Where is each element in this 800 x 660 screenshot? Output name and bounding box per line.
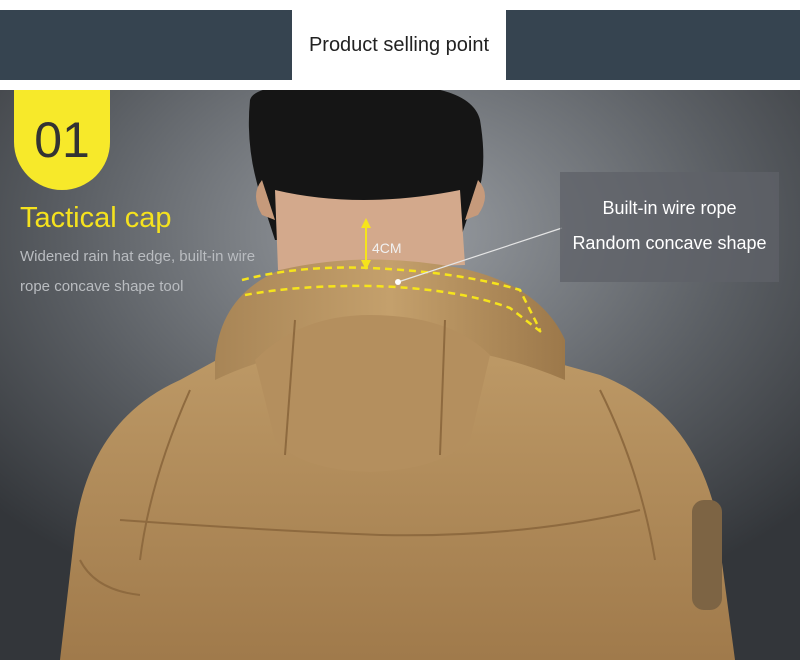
feature-description: Widened rain hat edge, built-in wire rop…	[20, 248, 256, 295]
feature-title: Tactical cap	[20, 202, 172, 234]
callout-pointer-dot	[395, 279, 401, 285]
velcro-patch	[692, 500, 722, 610]
feature-number-badge: 01	[14, 90, 110, 190]
measurement-label: 4CM	[372, 240, 402, 256]
header-bar-left	[0, 10, 292, 80]
callout-box: Built-in wire rope Random concave shape	[560, 172, 779, 282]
neck	[275, 190, 465, 270]
callout-line-1: Built-in wire rope	[602, 198, 737, 218]
header-bar-right	[506, 10, 800, 80]
callout-line-2: Random concave shape	[572, 233, 767, 253]
header-title: Product selling point	[308, 33, 490, 56]
